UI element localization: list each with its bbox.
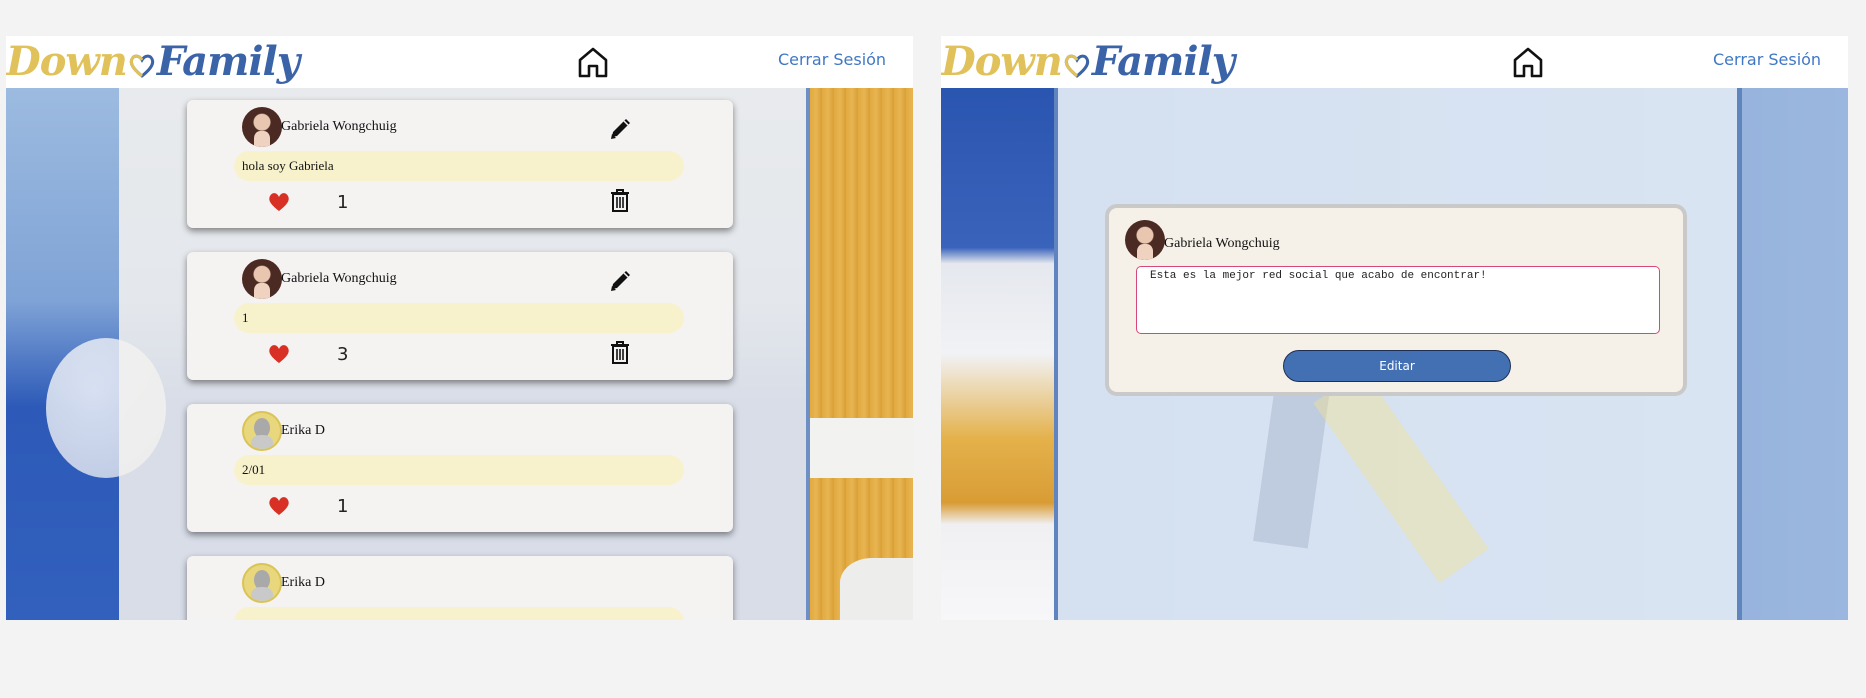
avatar[interactable] bbox=[242, 563, 282, 603]
feed-window: Down Family Cerrar Sesión Gabriela Wongch… bbox=[6, 36, 913, 620]
post-author[interactable]: Erika D bbox=[281, 423, 325, 439]
edit-post-form: Gabriela Wongchuig Esta es la mejor red … bbox=[1105, 204, 1687, 396]
post-message: hola soy Gabriela bbox=[234, 151, 684, 181]
post-card: Erika D bbox=[187, 556, 733, 620]
logo-heart-icon bbox=[1064, 54, 1090, 78]
background-decoration bbox=[810, 88, 913, 620]
column-divider bbox=[1737, 88, 1742, 620]
post-author[interactable]: Gabriela Wongchuig bbox=[281, 271, 397, 287]
edit-submit-button[interactable]: Editar bbox=[1283, 350, 1511, 382]
logo-text-down: Down bbox=[941, 38, 1063, 85]
logo-heart-icon bbox=[129, 54, 155, 78]
background-decoration bbox=[941, 88, 1054, 620]
trash-icon[interactable] bbox=[607, 187, 633, 213]
top-header: Down Family Cerrar Sesión bbox=[941, 36, 1848, 88]
logout-link[interactable]: Cerrar Sesión bbox=[1713, 50, 1821, 69]
app-logo[interactable]: Down Family bbox=[6, 38, 300, 86]
heart-icon[interactable] bbox=[267, 494, 291, 518]
logo-text-down: Down bbox=[6, 38, 128, 85]
post-message: 2/01 bbox=[234, 455, 684, 485]
post-author[interactable]: Gabriela Wongchuig bbox=[281, 119, 397, 135]
post-message: 1 bbox=[234, 303, 684, 333]
app-logo[interactable]: Down Family bbox=[941, 38, 1235, 86]
post-card: Gabriela Wongchuig 1 3 bbox=[187, 252, 733, 380]
logout-link[interactable]: Cerrar Sesión bbox=[778, 50, 886, 69]
trash-icon[interactable] bbox=[607, 339, 633, 365]
avatar[interactable] bbox=[1125, 220, 1165, 260]
home-icon[interactable] bbox=[576, 45, 610, 79]
like-count: 3 bbox=[337, 344, 349, 365]
edit-window: Down Family Cerrar Sesión Gabriela Wongch… bbox=[941, 36, 1848, 620]
logo-text-family: Family bbox=[1091, 38, 1235, 85]
heart-icon[interactable] bbox=[267, 190, 291, 214]
like-count: 1 bbox=[337, 192, 349, 213]
avatar[interactable] bbox=[242, 259, 282, 299]
like-count: 1 bbox=[337, 496, 349, 517]
home-icon[interactable] bbox=[1511, 45, 1545, 79]
post-author[interactable]: Gabriela Wongchuig bbox=[1164, 236, 1280, 252]
post-message bbox=[234, 607, 684, 620]
top-header: Down Family Cerrar Sesión bbox=[6, 36, 913, 88]
logo-text-family: Family bbox=[156, 38, 300, 85]
pencil-icon[interactable] bbox=[607, 114, 635, 142]
avatar[interactable] bbox=[242, 411, 282, 451]
pencil-icon[interactable] bbox=[607, 266, 635, 294]
heart-icon[interactable] bbox=[267, 342, 291, 366]
post-textarea[interactable]: Esta es la mejor red social que acabo de… bbox=[1136, 266, 1660, 334]
avatar[interactable] bbox=[242, 107, 282, 147]
post-author[interactable]: Erika D bbox=[281, 575, 325, 591]
post-card: Erika D 2/01 1 bbox=[187, 404, 733, 532]
post-card: Gabriela Wongchuig hola soy Gabriela 1 bbox=[187, 100, 733, 228]
